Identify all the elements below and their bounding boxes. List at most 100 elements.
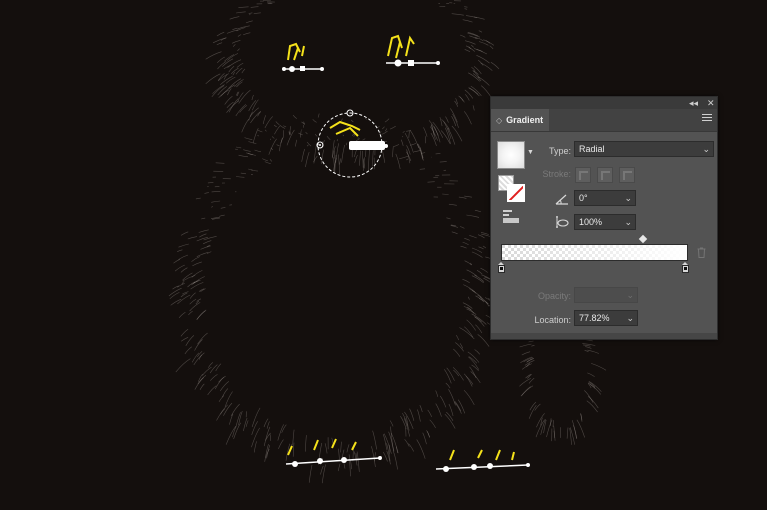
fur-stroke [232,27,238,30]
fur-stroke [245,20,253,24]
fur-stroke [475,324,483,334]
chevron-down-icon[interactable]: ⌄ [624,215,632,230]
fur-stroke [289,131,291,135]
fur-stroke [198,229,209,233]
fur-stroke [194,339,203,351]
fur-stroke [404,439,410,447]
fur-stroke [278,137,283,152]
fur-stroke [264,116,273,129]
tab-gradient[interactable]: ◇ Gradient [491,109,549,131]
aspect-ratio-value: 100% [579,217,603,227]
fur-stroke [466,214,480,218]
fur-stroke [416,439,426,459]
angle-input[interactable]: 0° ⌄ [574,190,636,206]
fur-stroke [241,68,246,74]
stroke-swatch[interactable] [507,184,525,202]
fill-stroke-toggle[interactable] [498,175,525,202]
nose-gradient-annotator[interactable] [316,109,388,178]
stroke-within-button[interactable] [575,167,591,183]
left-paw-anchor-points[interactable] [287,438,357,456]
chevron-down-icon: ⌄ [626,290,634,300]
type-dropdown[interactable]: Radial ⌄ [574,141,714,157]
right-paw-anchor-points[interactable] [449,449,515,461]
fur-stroke [384,118,390,123]
fur-stroke [372,150,374,167]
left-eye-anchor-points[interactable] [287,42,305,61]
fur-stroke [477,334,490,347]
fur-stroke [236,11,246,14]
fur-stroke [342,134,345,137]
fur-stroke [529,401,537,411]
fur-stroke [334,150,336,159]
fur-stroke [232,44,236,47]
close-icon[interactable]: ✕ [707,97,715,109]
fur-stroke [303,121,305,126]
preview-dropdown-icon[interactable]: ▼ [527,149,534,156]
fur-stroke [224,54,235,62]
delete-stop-icon[interactable] [697,247,706,258]
chevron-down-icon[interactable]: ⌄ [624,191,632,206]
right-eye-anchor-points[interactable] [387,34,415,59]
fur-stroke [262,115,266,125]
gradient-midpoint-diamond[interactable] [639,234,648,244]
fur-stroke [445,382,451,389]
fur-stroke [392,146,394,158]
gradient-slider-bar[interactable] [501,244,688,261]
fur-stroke [237,34,242,37]
fur-stroke [243,149,251,152]
fur-stroke [211,191,221,193]
collapse-icon[interactable]: ◂◂ [689,97,698,109]
gradient-stop-end[interactable] [682,262,689,273]
fur-stroke [273,124,277,128]
gradient-preview-swatch[interactable] [497,141,525,169]
stroke-along-button[interactable] [597,167,613,183]
fur-stroke [489,45,494,50]
panel-title-bar[interactable]: ◂◂ ✕ [491,97,717,109]
fur-stroke [414,150,421,153]
fur-stroke [211,200,221,203]
fur-stroke [306,144,309,147]
fur-stroke [224,391,233,407]
fur-stroke [463,111,472,125]
fur-stroke [585,346,592,349]
fur-stroke [264,161,271,164]
gradient-stop-start[interactable] [498,262,505,273]
fur-stroke [308,464,313,483]
fur-stroke [276,144,280,147]
fur-stroke [177,249,183,252]
fur-stroke [230,67,239,75]
fur-stroke [248,100,257,112]
fur-stroke [531,345,535,347]
chevron-down-icon[interactable]: ⌄ [626,311,634,326]
opacity-label: Opacity: [537,291,571,301]
tab-expand-icon[interactable]: ◇ [496,116,502,125]
fur-stroke [476,55,490,64]
right-paw-gradient-annotator[interactable] [435,463,530,472]
panel-resize-strip[interactable] [491,333,717,339]
fur-stroke [446,217,451,220]
fur-stroke [324,443,328,454]
panel-menu-icon[interactable] [702,114,712,123]
fur-stroke [381,130,388,135]
fur-stroke [173,259,181,264]
fur-stroke [313,155,318,163]
stroke-label: Stroke: [542,169,571,179]
fur-stroke [534,403,541,411]
fur-stroke [215,363,222,372]
fur-stroke [478,234,485,239]
location-input[interactable]: 77.82% ⌄ [574,310,638,326]
fur-stroke [220,207,226,209]
aspect-ratio-input[interactable]: 100% ⌄ [574,214,636,230]
stroke-across-button[interactable] [619,167,635,183]
left-eye-gradient-annotator[interactable] [282,66,324,72]
fur-stroke [227,53,239,61]
left-paw-gradient-annotator[interactable] [285,456,382,467]
fur-stroke [253,441,257,453]
fur-stroke [458,196,467,199]
reverse-gradient-icon[interactable] [503,210,519,224]
fur-stroke [372,430,377,450]
right-eye-gradient-annotator[interactable] [386,59,440,67]
fur-stroke [435,390,439,397]
fur-stroke [445,116,449,123]
fur-stroke [208,362,213,368]
